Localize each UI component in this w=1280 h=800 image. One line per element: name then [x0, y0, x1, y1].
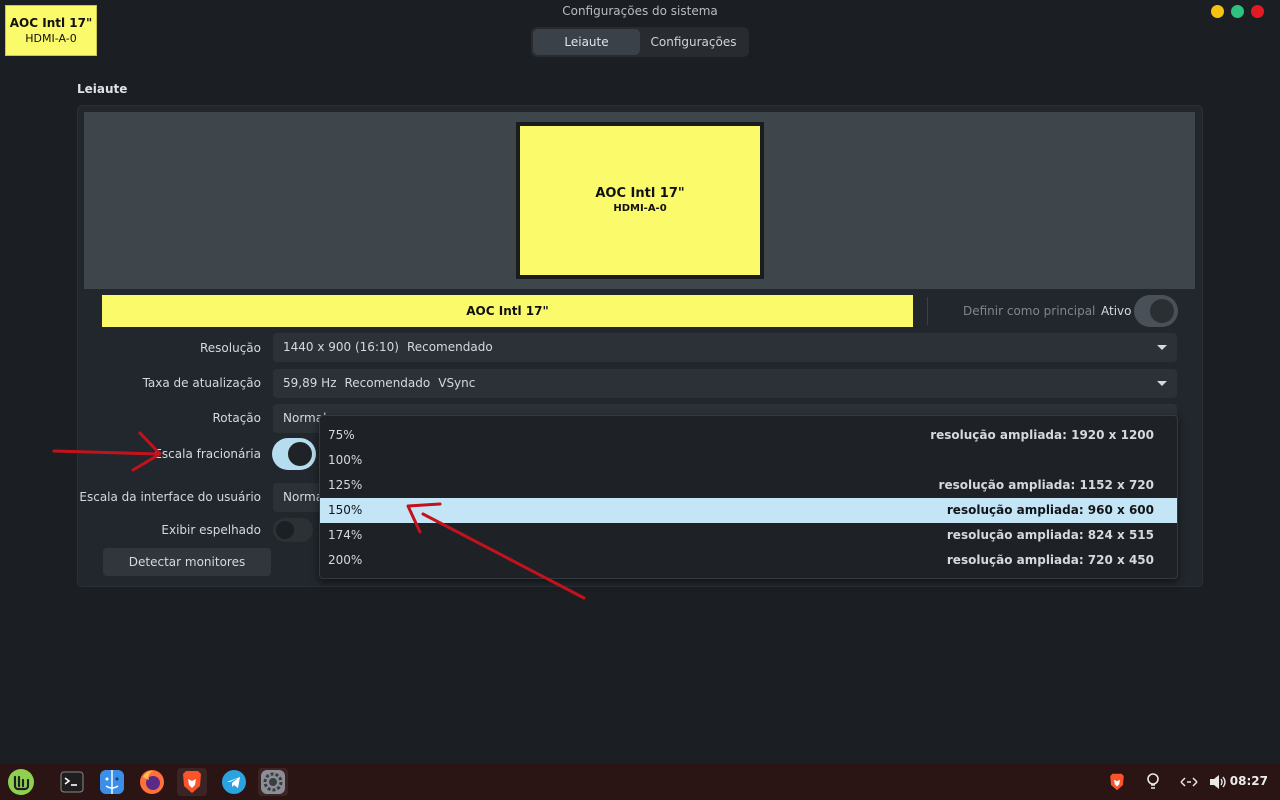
- resolution-label: Resolução: [199, 341, 261, 355]
- close-button[interactable]: [1251, 5, 1264, 18]
- active-label: Ativo: [1101, 304, 1132, 318]
- preview-monitor-name: AOC Intl 17": [595, 186, 685, 201]
- linux-mint-menu-icon[interactable]: [6, 768, 36, 796]
- terminal-icon[interactable]: [57, 768, 87, 796]
- scale-dropdown: 75% resolução ampliada: 1920 x 1200 100% …: [319, 415, 1178, 579]
- chevron-down-icon: [1157, 345, 1167, 350]
- scale-option-125[interactable]: 125% resolução ampliada: 1152 x 720: [320, 473, 1177, 498]
- scale-option-174[interactable]: 174% resolução ampliada: 824 x 515: [320, 523, 1177, 548]
- refresh-extra: VSync: [438, 376, 476, 390]
- firefox-icon[interactable]: [137, 768, 167, 796]
- identify-name: AOC Intl 17": [9, 16, 93, 30]
- brave-tray-icon[interactable]: [1106, 770, 1128, 794]
- tab-settings[interactable]: Configurações: [640, 29, 747, 55]
- identify-connector: HDMI-A-0: [25, 32, 77, 45]
- scale-option-150[interactable]: 150% resolução ampliada: 960 x 600: [320, 498, 1177, 523]
- refresh-value: 59,89 Hz: [283, 376, 337, 390]
- volume-icon[interactable]: [1207, 770, 1229, 794]
- chevron-down-icon: [1157, 381, 1167, 386]
- location-icon[interactable]: [1142, 770, 1164, 794]
- resolution-combo[interactable]: 1440 x 900 (16:10) Recomendado: [273, 333, 1177, 362]
- mirror-label: Exibir espelhado: [161, 523, 261, 537]
- network-icon[interactable]: [1178, 770, 1200, 794]
- rotation-label: Rotação: [212, 411, 262, 425]
- section-title: Leiaute: [77, 82, 128, 96]
- taskbar-clock[interactable]: 08:27: [1230, 774, 1268, 788]
- resolution-note: Recomendado: [406, 340, 493, 354]
- maximize-button[interactable]: [1231, 5, 1244, 18]
- window-controls: [1211, 5, 1264, 18]
- refresh-note: Recomendado: [344, 376, 431, 390]
- tab-layout[interactable]: Leiaute: [533, 29, 640, 55]
- minimize-button[interactable]: [1211, 5, 1224, 18]
- ui-scale-label: Escala da interface do usuário: [79, 490, 261, 504]
- fractional-scale-label: Escala fracionária: [154, 447, 261, 461]
- stack-switcher: Leiaute Configurações: [531, 27, 749, 57]
- fractional-scale-switch[interactable]: [272, 438, 316, 470]
- separator: [927, 297, 928, 325]
- monitor-preview-screen: AOC Intl 17" HDMI-A-0: [520, 126, 760, 275]
- mirror-switch[interactable]: [273, 518, 313, 542]
- window-title: Configurações do sistema: [562, 4, 718, 18]
- monitor-preview[interactable]: AOC Intl 17" HDMI-A-0: [516, 122, 764, 279]
- refresh-label: Taxa de atualização: [142, 376, 261, 390]
- scale-option-75[interactable]: 75% resolução ampliada: 1920 x 1200: [320, 423, 1177, 448]
- brave-browser-icon[interactable]: [177, 768, 207, 796]
- system-settings-icon[interactable]: [258, 768, 288, 796]
- scale-option-200[interactable]: 200% resolução ampliada: 720 x 450: [320, 548, 1177, 573]
- resolution-value: 1440 x 900 (16:10): [283, 340, 399, 354]
- active-switch[interactable]: [1134, 295, 1178, 327]
- scale-option-100[interactable]: 100%: [320, 448, 1177, 473]
- set-primary-button[interactable]: Definir como principal: [963, 304, 1095, 318]
- preview-monitor-connector: HDMI-A-0: [613, 203, 667, 214]
- refresh-combo[interactable]: 59,89 Hz Recomendado VSync: [273, 369, 1177, 398]
- monitor-selector-bar[interactable]: AOC Intl 17": [102, 295, 913, 327]
- telegram-icon[interactable]: [219, 768, 249, 796]
- detect-monitors-button[interactable]: Detectar monitores: [103, 548, 271, 576]
- file-manager-icon[interactable]: [97, 768, 127, 796]
